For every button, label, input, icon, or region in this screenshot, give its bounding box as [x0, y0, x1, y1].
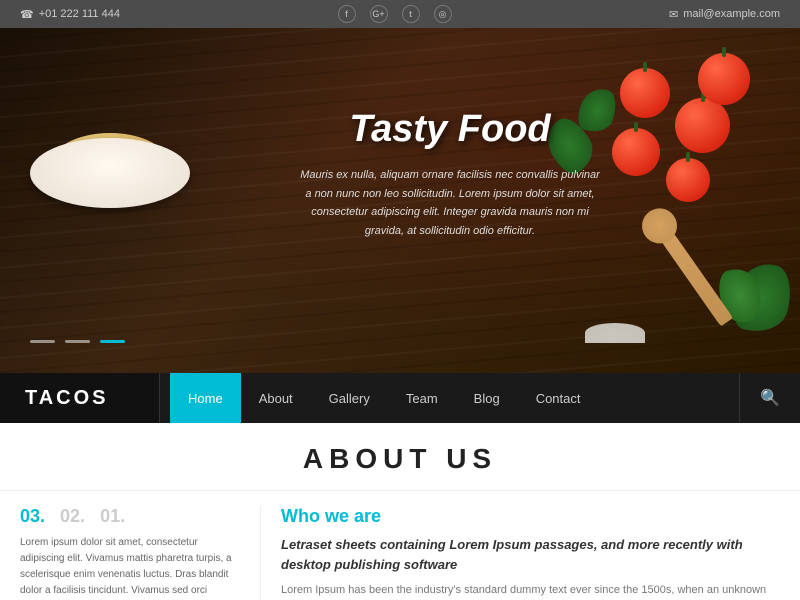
nav-brand: TACOS: [0, 373, 160, 423]
about-section: ABOUT US 03. 02. 01. Lorem ipsum dolor s…: [0, 423, 800, 600]
nav-contact[interactable]: Contact: [518, 373, 599, 423]
hero-title: Tasty Food: [300, 108, 600, 151]
nav-gallery[interactable]: Gallery: [311, 373, 388, 423]
about-numbers: 03. 02. 01.: [20, 506, 240, 527]
about-right: Who we are Letraset sheets containing Lo…: [260, 506, 780, 600]
top-bar: ☎ +01 222 111 444 f G+ t ◎ ✉ mail@exampl…: [0, 0, 800, 28]
email-section: ✉ mail@example.com: [669, 8, 780, 21]
search-icon: 🔍: [760, 388, 780, 408]
navbar: TACOS Home About Gallery Team Blog Conta…: [0, 373, 800, 423]
about-content: 03. 02. 01. Lorem ipsum dolor sit amet, …: [0, 491, 800, 600]
nav-team[interactable]: Team: [388, 373, 456, 423]
plate: [30, 138, 190, 208]
about-title: ABOUT US: [0, 443, 800, 475]
about-left-text: Lorem ipsum dolor sit amet, consectetur …: [20, 535, 240, 600]
phone-number: +01 222 111 444: [39, 8, 120, 20]
salt-pile: [585, 323, 645, 343]
tomato-5: [666, 158, 710, 202]
facebook-icon[interactable]: f: [338, 5, 356, 23]
tomato-4: [698, 53, 750, 105]
tomato-1: [675, 98, 730, 153]
email-address: mail@example.com: [683, 8, 780, 20]
hero-content: Tasty Food Mauris ex nulla, aliquam orna…: [300, 108, 600, 241]
tomato-3: [612, 128, 660, 176]
who-we-are-heading: Who we are: [281, 506, 780, 527]
search-button[interactable]: 🔍: [739, 373, 800, 423]
who-lead-text: Letraset sheets containing Lorem Ipsum p…: [281, 535, 780, 574]
who-body-text: Lorem Ipsum has been the industry's stan…: [281, 582, 780, 600]
tomato-2: [620, 68, 670, 118]
about-header: ABOUT US: [0, 423, 800, 491]
hero-section: Tasty Food Mauris ex nulla, aliquam orna…: [0, 28, 800, 373]
slider-dot-2[interactable]: [65, 340, 90, 343]
phone-icon: ☎: [20, 8, 34, 21]
slider-dot-1[interactable]: [30, 340, 55, 343]
slider-dot-3[interactable]: [100, 340, 125, 343]
nav-links: Home About Gallery Team Blog Contact: [160, 373, 739, 423]
instagram-icon[interactable]: ◎: [434, 5, 452, 23]
twitter-icon[interactable]: t: [402, 5, 420, 23]
about-left: 03. 02. 01. Lorem ipsum dolor sit amet, …: [20, 506, 240, 600]
nav-blog[interactable]: Blog: [456, 373, 518, 423]
basil-group-right: [720, 243, 800, 343]
food-plate: [30, 108, 190, 208]
email-icon: ✉: [669, 8, 678, 21]
nav-home[interactable]: Home: [170, 373, 241, 423]
google-plus-icon[interactable]: G+: [370, 5, 388, 23]
slider-dots: [30, 340, 125, 343]
social-links: f G+ t ◎: [338, 5, 452, 23]
about-num-3: 03.: [20, 506, 45, 527]
about-num-2: 02.: [60, 506, 85, 527]
about-num-1: 01.: [100, 506, 125, 527]
hero-subtitle: Mauris ex nulla, aliquam ornare facilisi…: [300, 166, 600, 241]
nav-about[interactable]: About: [241, 373, 311, 423]
phone-section: ☎ +01 222 111 444: [20, 8, 120, 21]
